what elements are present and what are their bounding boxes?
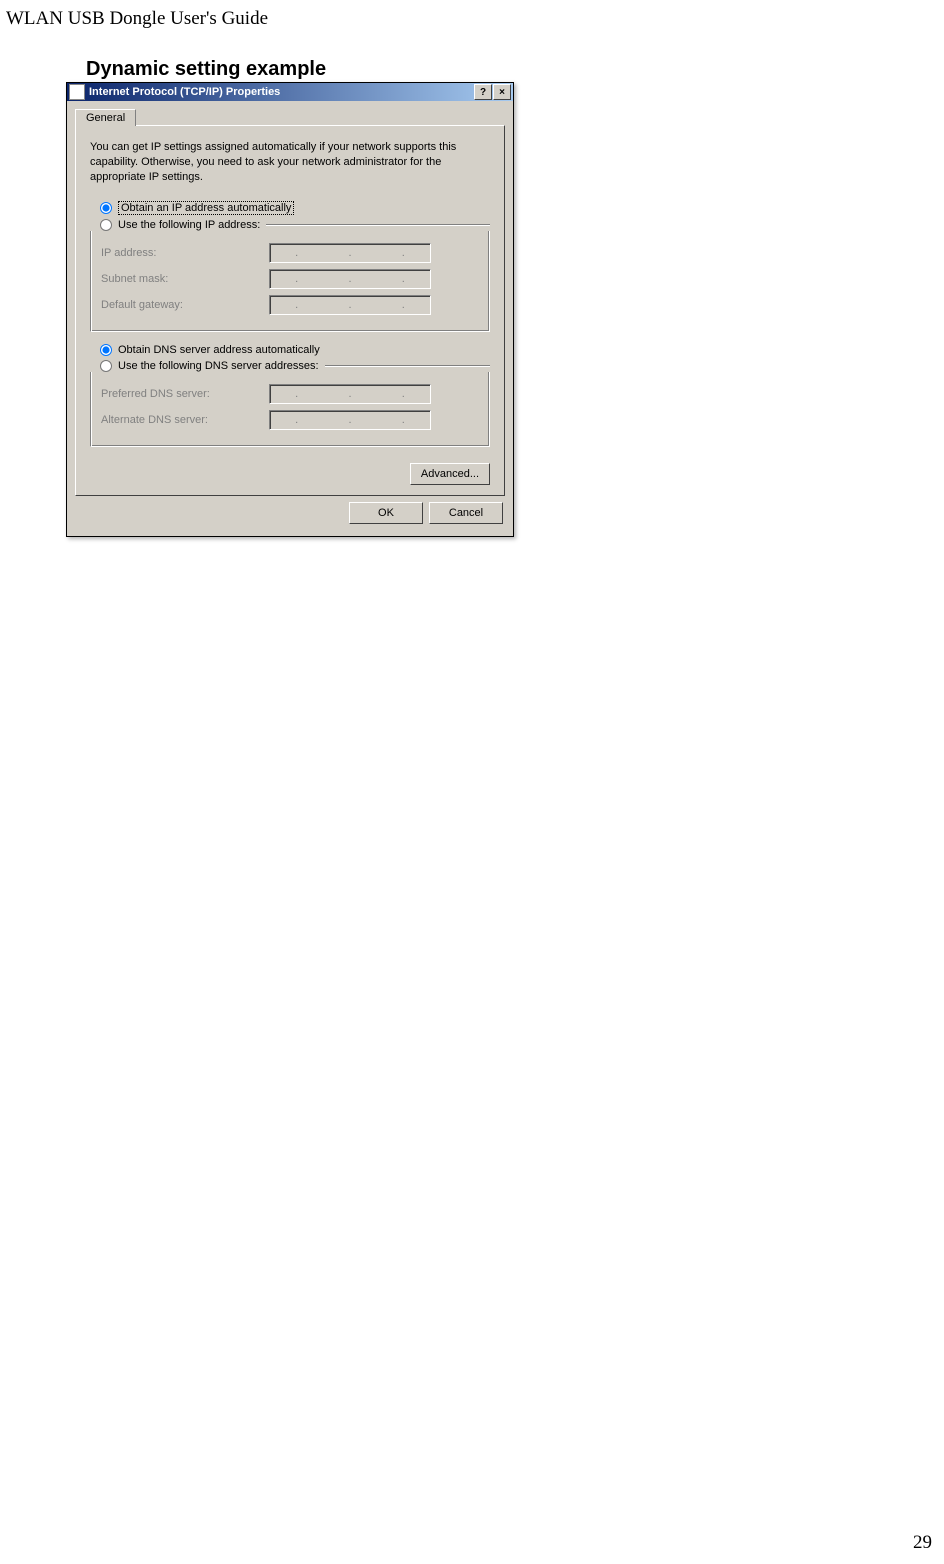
close-button[interactable]: × xyxy=(493,84,511,100)
ok-button[interactable]: OK xyxy=(349,502,423,524)
advanced-button-row: Advanced... xyxy=(90,459,490,485)
manual-ip-group: IP address: ... Subnet mask: ... Default… xyxy=(90,231,490,332)
titlebar: Internet Protocol (TCP/IP) Properties ? … xyxy=(67,83,513,101)
tab-content: You can get IP settings assigned automat… xyxy=(75,125,505,496)
input-default-gateway: ... xyxy=(269,295,431,315)
label-preferred-dns: Preferred DNS server: xyxy=(101,388,269,400)
radio-manual-dns-label: Use the following DNS server addresses: xyxy=(118,360,319,372)
radio-auto-dns-row[interactable]: Obtain DNS server address automatically xyxy=(100,344,490,356)
cancel-button[interactable]: Cancel xyxy=(429,502,503,524)
divider xyxy=(325,365,490,366)
dialog-button-row: OK Cancel xyxy=(75,496,505,528)
radio-auto-ip-row[interactable]: Obtain an IP address automatically xyxy=(100,201,490,215)
dialog-body: General You can get IP settings assigned… xyxy=(67,101,513,536)
divider xyxy=(266,224,490,225)
radio-manual-ip[interactable] xyxy=(100,219,112,231)
radio-auto-dns-label: Obtain DNS server address automatically xyxy=(118,344,320,356)
input-alternate-dns: ... xyxy=(269,410,431,430)
section-heading: Dynamic setting example xyxy=(86,58,326,81)
advanced-button[interactable]: Advanced... xyxy=(410,463,490,485)
radio-manual-dns[interactable] xyxy=(100,360,112,372)
label-default-gateway: Default gateway: xyxy=(101,299,269,311)
tcpip-properties-dialog: Internet Protocol (TCP/IP) Properties ? … xyxy=(66,82,514,537)
radio-manual-ip-label: Use the following IP address: xyxy=(118,219,260,231)
label-subnet-mask: Subnet mask: xyxy=(101,273,269,285)
input-preferred-dns: ... xyxy=(269,384,431,404)
radio-manual-ip-row[interactable]: Use the following IP address: xyxy=(100,219,490,231)
label-ip-address: IP address: xyxy=(101,247,269,259)
tab-general[interactable]: General xyxy=(75,109,136,126)
dialog-icon xyxy=(69,84,85,100)
radio-auto-ip-label: Obtain an IP address automatically xyxy=(118,201,294,215)
dialog-title: Internet Protocol (TCP/IP) Properties xyxy=(89,86,474,98)
radio-auto-ip[interactable] xyxy=(100,202,112,214)
intro-text: You can get IP settings assigned automat… xyxy=(90,140,490,185)
page-number: 29 xyxy=(913,1532,932,1554)
input-ip-address: ... xyxy=(269,243,431,263)
manual-dns-group: Preferred DNS server: ... Alternate DNS … xyxy=(90,372,490,447)
radio-manual-dns-row[interactable]: Use the following DNS server addresses: xyxy=(100,360,490,372)
input-subnet-mask: ... xyxy=(269,269,431,289)
radio-auto-dns[interactable] xyxy=(100,344,112,356)
help-button[interactable]: ? xyxy=(474,84,492,100)
document-header: WLAN USB Dongle User's Guide xyxy=(6,8,268,30)
label-alternate-dns: Alternate DNS server: xyxy=(101,414,269,426)
